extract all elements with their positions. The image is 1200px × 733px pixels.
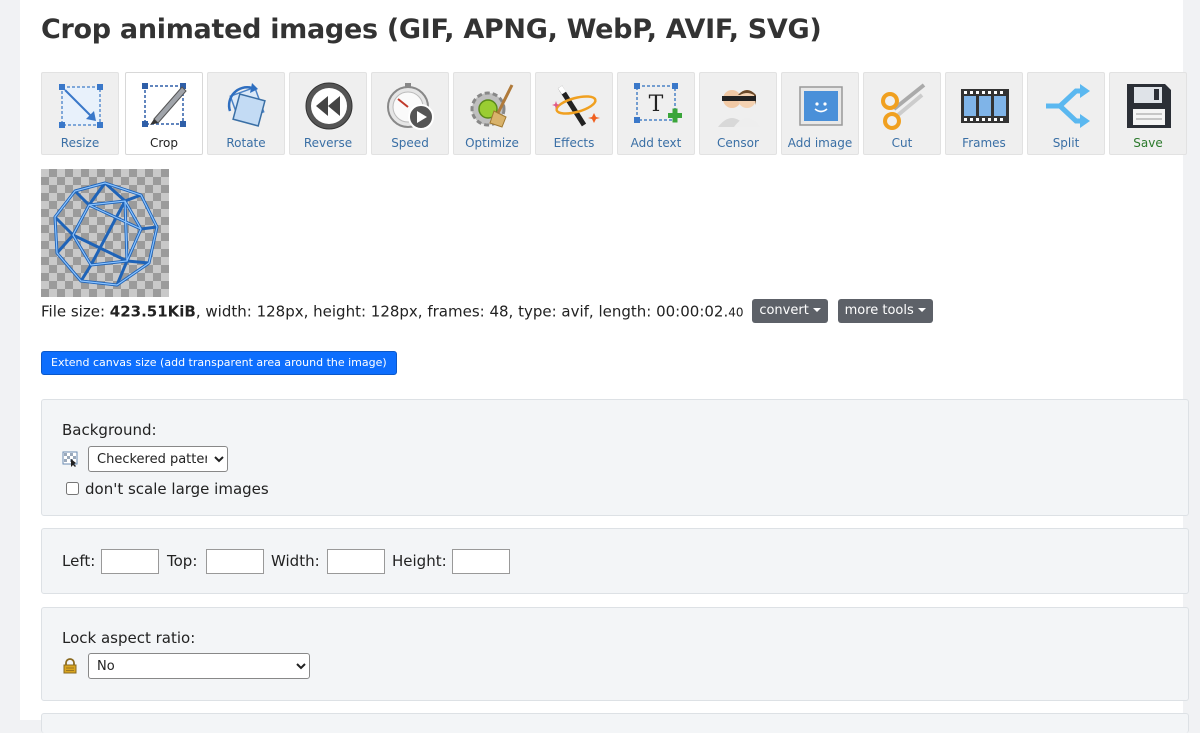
film-strip-icon: [961, 89, 1009, 123]
tool-label: Save: [1133, 136, 1163, 150]
add-text-icon: T: [634, 83, 682, 123]
speed-icon: [387, 83, 434, 130]
add-image-icon: [799, 86, 843, 126]
aspect-ratio-select[interactable]: No: [88, 653, 310, 679]
height-input[interactable]: [452, 549, 510, 574]
tool-label: Optimize: [465, 136, 519, 150]
tool-censor[interactable]: Censor: [699, 72, 777, 155]
file-length-fraction: 40: [728, 305, 744, 320]
tool-optimize[interactable]: Optimize: [453, 72, 531, 155]
background-select[interactable]: Checkered pattern: [88, 446, 228, 472]
left-input[interactable]: [101, 549, 159, 574]
rotate-icon: [227, 83, 266, 127]
tool-label: Effects: [553, 136, 595, 150]
crop-icon: [142, 83, 187, 127]
tool-frames[interactable]: Frames: [945, 72, 1023, 155]
tool-label: Rotate: [226, 136, 266, 150]
censor-icon: [718, 90, 760, 127]
background-panel: Background: Checkered pattern don't scal…: [41, 399, 1189, 516]
tool-reverse[interactable]: Reverse: [289, 72, 367, 155]
extend-canvas-button[interactable]: Extend canvas size (add transparent area…: [41, 351, 397, 375]
file-size-label: File size:: [41, 302, 110, 321]
tool-cut[interactable]: Cut: [863, 72, 941, 155]
page-container: Crop animated images (GIF, APNG, WebP, A…: [20, 0, 1189, 733]
tool-rotate[interactable]: Rotate: [207, 72, 285, 155]
top-input[interactable]: [206, 549, 264, 574]
tool-crop[interactable]: Crop: [125, 72, 203, 155]
left-label: Left:: [62, 552, 96, 570]
animated-image-preview: [41, 169, 169, 297]
width-label: Width:: [271, 552, 320, 570]
convert-label: convert: [759, 303, 809, 318]
tool-effects[interactable]: Effects: [535, 72, 613, 155]
height-label: Height:: [392, 552, 447, 570]
tool-label: Crop: [149, 136, 178, 150]
caret-down-icon: [917, 307, 926, 312]
dont-scale-label: don't scale large images: [85, 480, 269, 498]
tool-label: Reverse: [303, 136, 353, 150]
aspect-ratio-label: Lock aspect ratio:: [62, 629, 196, 647]
optimize-icon: [470, 84, 514, 128]
wireframe-polyhedron-image: [53, 181, 159, 287]
tool-label: Frames: [962, 136, 1006, 150]
caret-down-icon: [812, 307, 821, 312]
tool-label: Censor: [717, 136, 759, 150]
tool-split[interactable]: Split: [1027, 72, 1105, 155]
width-input[interactable]: [327, 549, 385, 574]
file-size-value: 423.51KiB: [109, 302, 196, 321]
tool-add-image[interactable]: Add image: [781, 72, 859, 155]
more-tools-label: more tools: [844, 303, 914, 318]
split-arrows-icon: [1046, 84, 1090, 128]
tool-label: Add image: [787, 136, 853, 150]
tool-label: Speed: [391, 136, 429, 150]
top-label: Top:: [167, 552, 198, 570]
dont-scale-checkbox[interactable]: [66, 482, 79, 495]
page-title: Crop animated images (GIF, APNG, WebP, A…: [41, 14, 822, 45]
tool-label: Cut: [891, 136, 913, 150]
file-info: File size: 423.51KiB, width: 128px, heig…: [41, 299, 933, 324]
scissors-icon: [881, 83, 926, 130]
convert-dropdown-button[interactable]: convert: [752, 299, 828, 323]
tool-save[interactable]: Save: [1109, 72, 1187, 155]
tool-label: Add text: [630, 136, 682, 150]
tool-label: Split: [1052, 136, 1080, 150]
svg-text:T: T: [649, 92, 664, 117]
background-label: Background:: [62, 421, 157, 439]
tool-toolbar: Resize Crop Rotate Reverse Speed Optimiz…: [41, 72, 1191, 157]
background-pattern-icon: [62, 451, 78, 467]
tool-speed[interactable]: Speed: [371, 72, 449, 155]
file-details: , width: 128px, height: 128px, frames: 4…: [195, 302, 729, 321]
reverse-icon: [305, 82, 353, 130]
effects-icon: [552, 85, 600, 127]
resize-icon: [59, 84, 103, 128]
floppy-disk-icon: [1127, 84, 1171, 128]
tool-resize[interactable]: Resize: [41, 72, 119, 155]
tool-add-text[interactable]: T Add text: [617, 72, 695, 155]
crop-fields-panel: Left: Top: Width: Height:: [41, 528, 1189, 594]
more-tools-dropdown-button[interactable]: more tools: [837, 299, 933, 323]
dont-scale-row: don't scale large images: [66, 480, 269, 498]
next-panel: [41, 713, 1189, 733]
aspect-ratio-panel: Lock aspect ratio: No: [41, 607, 1189, 701]
tool-label: Resize: [60, 136, 100, 150]
padlock-icon: [63, 658, 77, 674]
